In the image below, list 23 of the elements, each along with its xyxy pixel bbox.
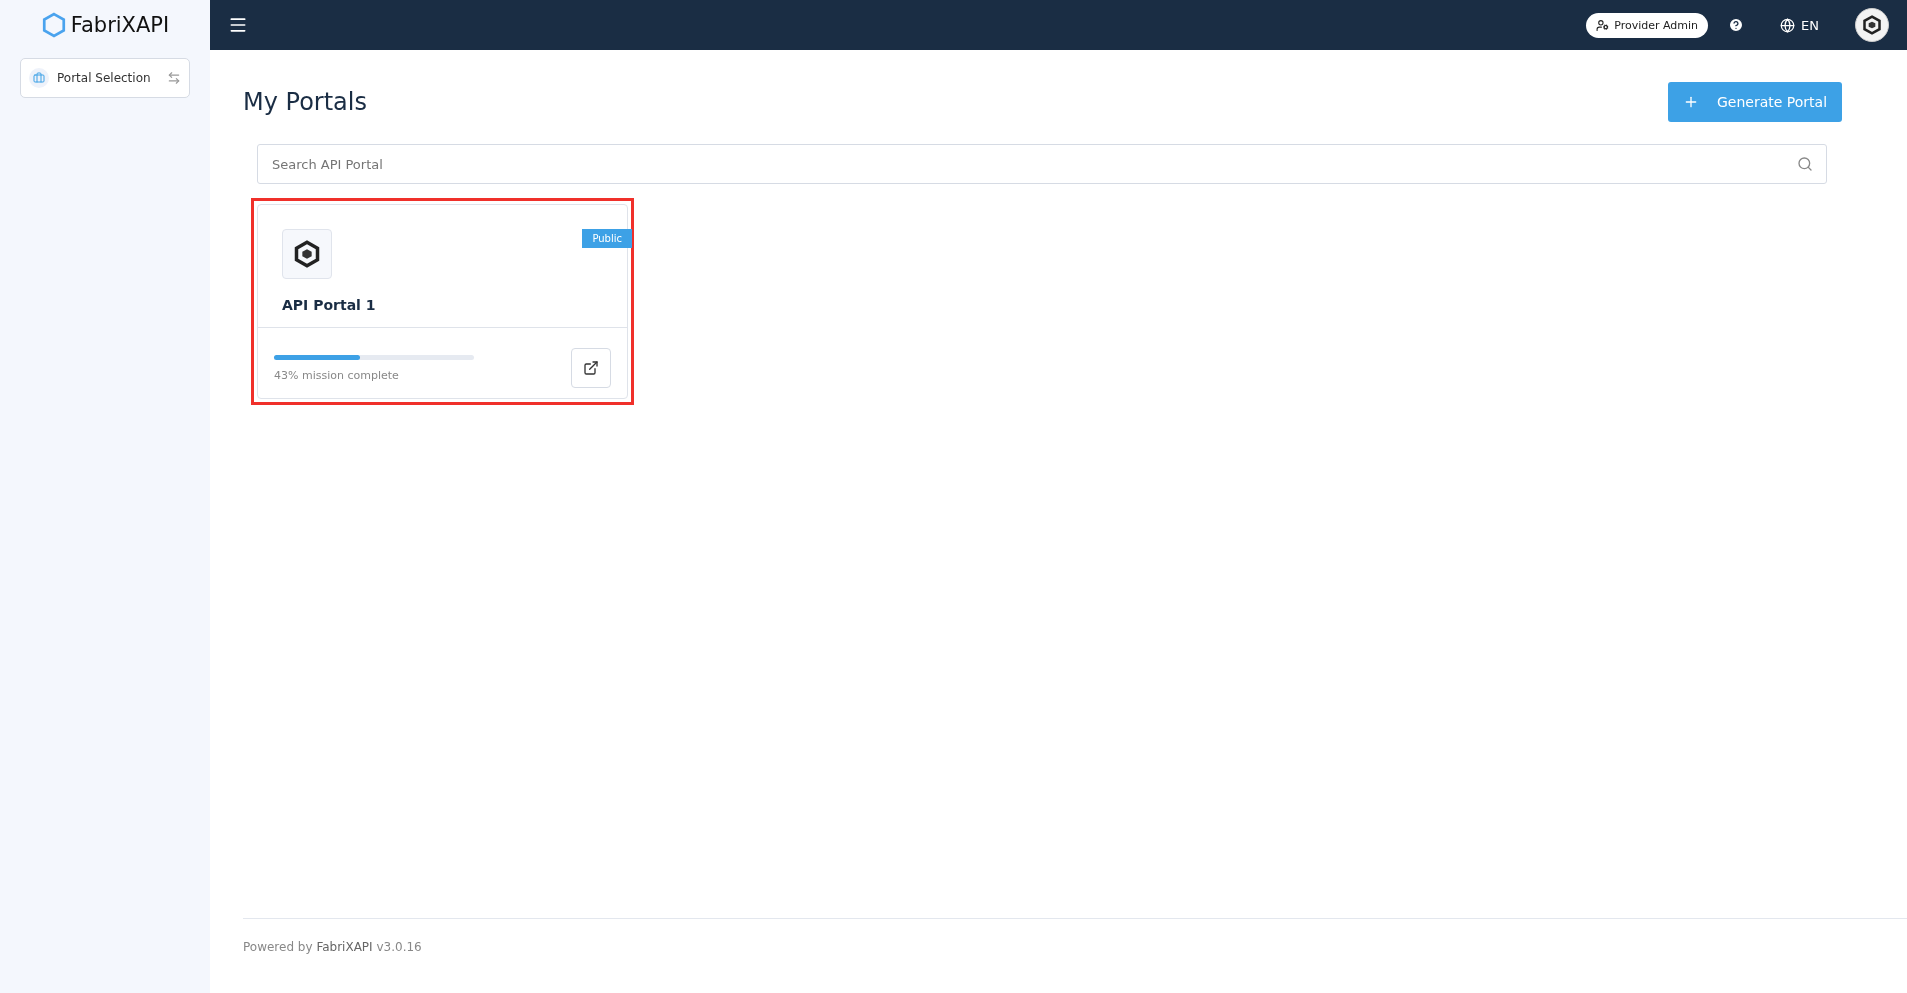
progress-text: 43% mission complete <box>274 368 400 382</box>
portal-selection-item[interactable]: Portal Selection <box>20 58 190 98</box>
language-button[interactable]: EN <box>1774 16 1825 34</box>
footer-text: Powered by FabriXAPI v3.0.16 <box>243 940 422 954</box>
role-button[interactable]: Provider Admin <box>1586 12 1709 38</box>
user-icon <box>1596 18 1610 32</box>
menu-icon[interactable] <box>228 15 248 35</box>
brand-name: FabriXAPI <box>70 13 170 37</box>
hexagon-logo-icon <box>1862 15 1882 35</box>
briefcase-icon <box>33 72 45 84</box>
help-icon[interactable] <box>1728 17 1745 33</box>
logo-icon <box>40 12 67 38</box>
portal-name: API Portal 1 <box>282 297 377 313</box>
item-label: Portal Selection <box>57 71 152 85</box>
globe-icon <box>1780 17 1796 33</box>
search-field[interactable]: Search API Portal <box>257 144 1827 184</box>
external-link-icon <box>583 360 599 376</box>
page-title: My Portals <box>243 88 367 116</box>
avatar[interactable] <box>1855 8 1889 42</box>
open-button[interactable] <box>571 348 611 388</box>
public-tag: Public <box>582 229 632 248</box>
hexagon-logo-icon <box>293 240 321 268</box>
search-icon[interactable] <box>1797 156 1813 172</box>
